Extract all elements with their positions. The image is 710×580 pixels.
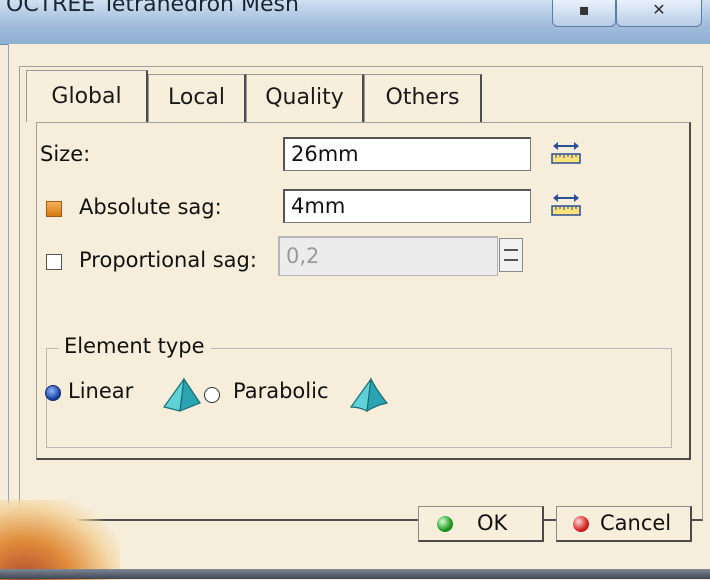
- proportional-sag-field[interactable]: 0,2: [278, 236, 498, 276]
- cancel-button-label: Cancel: [600, 511, 672, 535]
- decorative-logo: [0, 500, 120, 580]
- minimize-icon: ▪: [578, 0, 590, 19]
- tab-quality-label: Quality: [265, 85, 344, 110]
- ok-button-label: OK: [477, 511, 508, 535]
- size-label: Size:: [40, 142, 91, 166]
- taskbar-strip: [0, 569, 710, 579]
- tab-local-label: Local: [167, 85, 226, 110]
- proportional-sag-checkbox[interactable]: [46, 254, 62, 270]
- spin-down-icon: [504, 259, 518, 261]
- minimize-button[interactable]: ▪: [552, 0, 616, 27]
- title-bar[interactable]: OCTREE Tetrahedron Mesh ▪ ✕: [0, 0, 710, 45]
- parabolic-tetrahedron-icon: [349, 377, 389, 413]
- proportional-sag-spinner[interactable]: [499, 238, 523, 272]
- element-type-title: Element type: [58, 334, 211, 358]
- absolute-sag-field[interactable]: 4mm: [283, 189, 531, 223]
- measure-icon[interactable]: [551, 137, 581, 167]
- absolute-sag-checkbox[interactable]: [46, 201, 62, 217]
- close-icon: ✕: [652, 0, 666, 19]
- measure-icon[interactable]: [551, 189, 581, 219]
- tab-global[interactable]: Global: [26, 70, 148, 122]
- size-field[interactable]: 26mm: [283, 137, 531, 171]
- cancel-icon: [573, 516, 589, 532]
- parabolic-label: Parabolic: [233, 379, 329, 403]
- tab-quality[interactable]: Quality: [246, 74, 364, 122]
- ok-button[interactable]: OK: [418, 506, 544, 542]
- linear-radio[interactable]: [45, 385, 61, 401]
- tab-local[interactable]: Local: [148, 74, 246, 122]
- tab-others[interactable]: Others: [364, 74, 482, 122]
- window-title: OCTREE Tetrahedron Mesh: [6, 0, 299, 17]
- tab-others-label: Others: [385, 85, 460, 110]
- absolute-sag-label: Absolute sag:: [79, 195, 222, 219]
- tab-global-label: Global: [51, 84, 122, 109]
- cancel-button[interactable]: Cancel: [556, 506, 692, 542]
- linear-tetrahedron-icon: [162, 377, 201, 412]
- close-button[interactable]: ✕: [616, 0, 702, 27]
- ok-icon: [437, 516, 453, 532]
- linear-label: Linear: [68, 379, 134, 403]
- proportional-sag-label: Proportional sag:: [79, 248, 257, 272]
- spin-up-icon: [504, 249, 518, 251]
- parabolic-radio[interactable]: [204, 387, 220, 403]
